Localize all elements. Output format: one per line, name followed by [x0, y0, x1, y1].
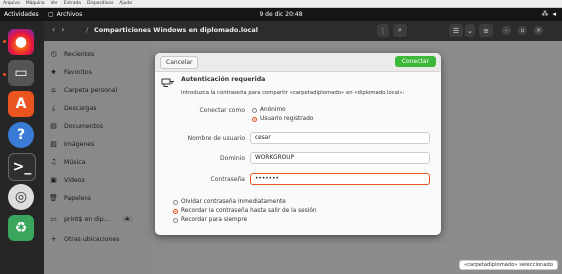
radio-icon	[252, 107, 257, 113]
vm-menu-input[interactable]: Entrada	[64, 1, 81, 6]
authentication-dialog: Cancelar Conectar Autenticación requerid…	[155, 53, 441, 235]
network-icon	[161, 78, 174, 87]
vm-menu-help[interactable]: Ajuda	[119, 1, 131, 6]
username-field[interactable]: cesar	[250, 132, 430, 144]
terminal-icon[interactable]: >_	[8, 153, 36, 181]
software-icon[interactable]: A	[8, 91, 34, 117]
dialog-title: Autenticación requerida	[181, 76, 266, 83]
radio-icon	[173, 199, 178, 205]
domain-label: Dominio	[220, 155, 245, 162]
connect-button[interactable]: Conectar	[394, 56, 436, 67]
remember-session-radio[interactable]: Recordar la contraseña hasta salir de la…	[173, 208, 317, 214]
menu-icon[interactable]: ≡	[479, 24, 493, 37]
close-icon[interactable]: ×	[534, 26, 543, 35]
nav-buttons: ‹ ›	[52, 25, 64, 34]
trash-icon[interactable]: ♻	[8, 215, 34, 241]
dialog-header: Cancelar Conectar	[155, 53, 441, 72]
radio-selected-icon	[173, 208, 178, 214]
system-tray[interactable]: ⁂ ◂	[541, 10, 556, 18]
password-label: Contraseña	[210, 176, 245, 183]
minimize-icon[interactable]: –	[502, 26, 511, 35]
status-bar: «carpetadiplomado» seleccionado	[459, 260, 558, 270]
password-field[interactable]: •••••••	[250, 173, 430, 185]
path-separator-icon: /	[86, 26, 89, 34]
running-indicator	[3, 73, 6, 76]
back-icon[interactable]: ‹	[52, 25, 55, 34]
search-icon[interactable]: ⌕	[393, 24, 407, 37]
registered-user-radio[interactable]: Usuario registrado	[252, 116, 313, 122]
vm-menu-bar: Arquivo Máquina Ver Entrada Dispositivos…	[0, 0, 562, 8]
gnome-top-bar: Actividades ▢ Archivos 9 de dic 20:48 ⁂ …	[0, 8, 562, 21]
files-icon[interactable]: ▭	[8, 60, 34, 86]
vm-menu-devices[interactable]: Dispositivos	[87, 1, 113, 6]
view-options-icon[interactable]: ⌄	[465, 24, 475, 37]
more-options-icon[interactable]: ⋮	[377, 24, 389, 37]
forward-icon[interactable]: ›	[61, 25, 64, 34]
dialog-description: Introduzca la contraseña para compartir …	[181, 90, 405, 96]
location-path[interactable]: Comparticiones Windows en diplomado.loca…	[94, 26, 258, 34]
connect-as-label: Conectar como	[199, 107, 245, 114]
vm-menu-machine[interactable]: Máquina	[26, 1, 45, 6]
vm-menu-view[interactable]: Ver	[51, 1, 58, 6]
radio-selected-icon	[252, 116, 257, 122]
forget-password-radio[interactable]: Olvidar contraseña inmediatamente	[173, 199, 286, 205]
anonymous-radio[interactable]: Anónimo	[252, 107, 286, 113]
volume-icon: ◂	[552, 10, 556, 18]
domain-field[interactable]: WORKGROUP	[250, 152, 430, 164]
clock[interactable]: 9 de dic 20:48	[0, 11, 562, 18]
dock: ● ▭ A ? >_ ◎ ♻	[0, 21, 44, 274]
files-header-bar: ‹ › / Comparticiones Windows en diplomad…	[44, 21, 562, 41]
help-icon[interactable]: ?	[8, 122, 34, 148]
disc-icon[interactable]: ◎	[8, 184, 34, 210]
network-icon: ⁂	[541, 10, 549, 18]
running-indicator	[3, 40, 6, 43]
cancel-button[interactable]: Cancelar	[160, 56, 199, 69]
remember-forever-radio[interactable]: Recordar para siempre	[173, 217, 247, 223]
firefox-icon[interactable]: ●	[8, 29, 34, 55]
maximize-icon[interactable]: ▫	[518, 26, 527, 35]
dialog-body: Autenticación requerida Introduzca la co…	[155, 71, 441, 235]
radio-icon	[173, 217, 178, 223]
list-view-icon[interactable]: ☰	[449, 24, 463, 37]
vm-menu-file[interactable]: Arquivo	[3, 1, 20, 6]
username-label: Nombre de usuario	[187, 135, 245, 142]
